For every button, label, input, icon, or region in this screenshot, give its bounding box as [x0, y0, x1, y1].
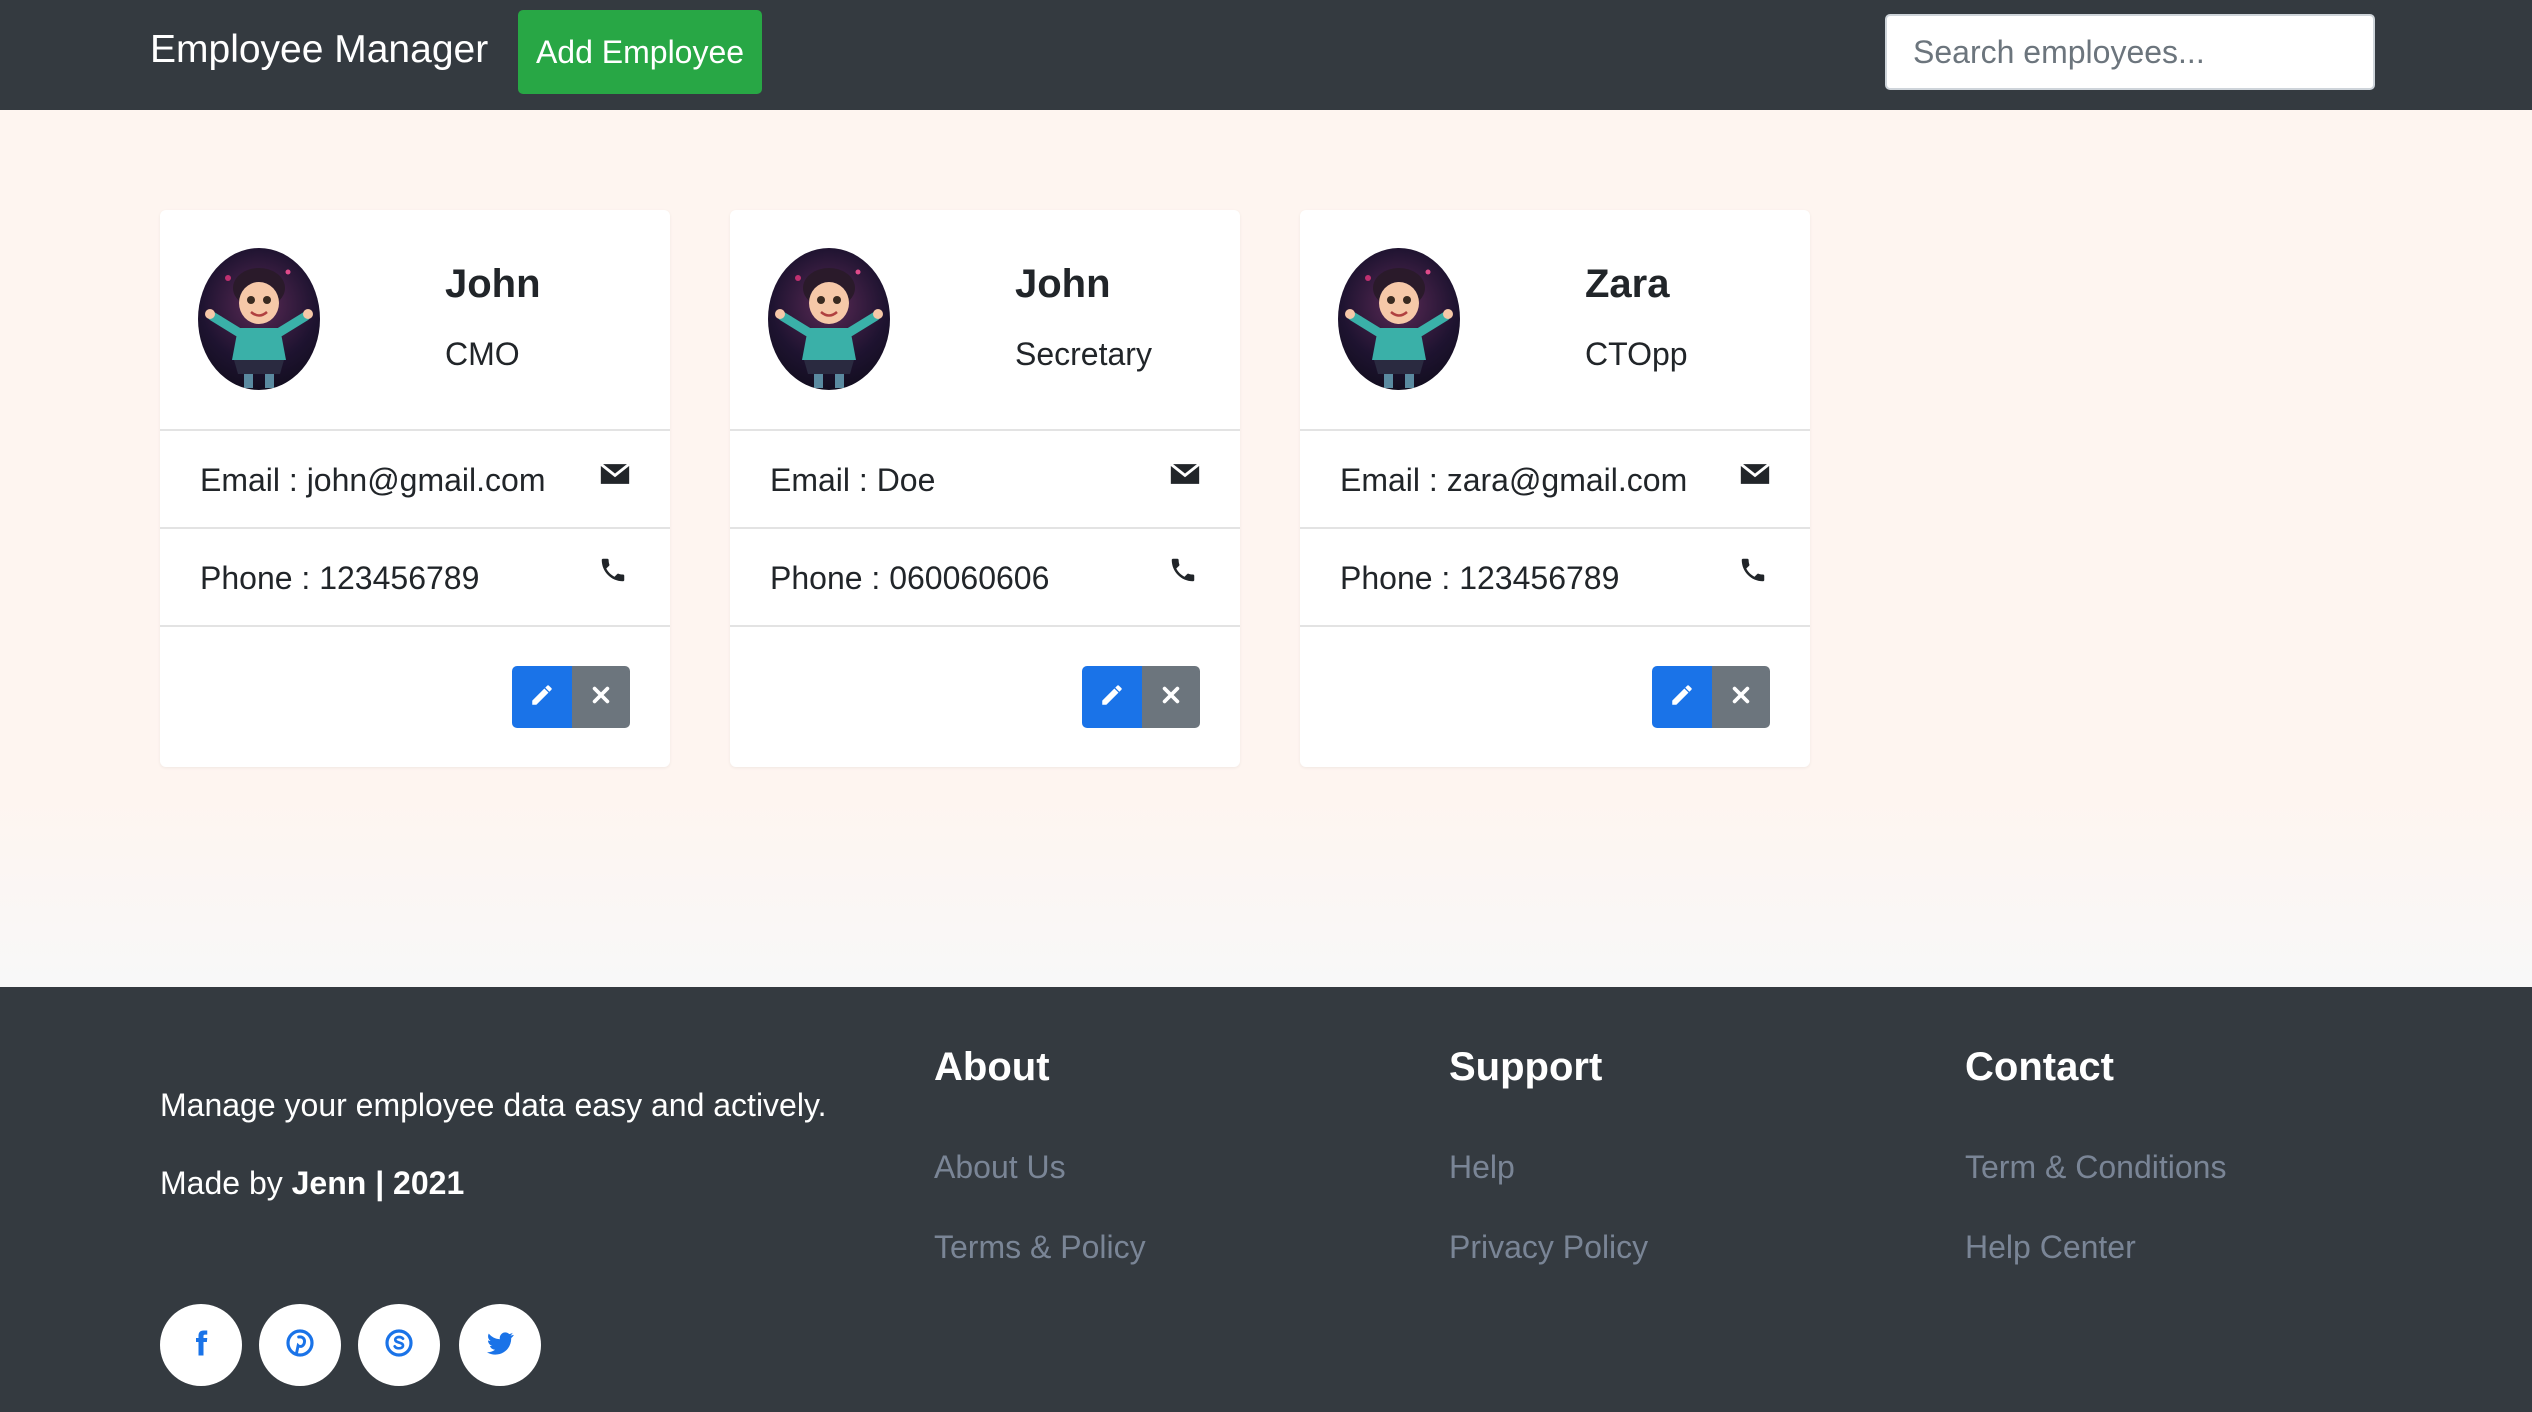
- footer-link-help[interactable]: Help: [1449, 1149, 1515, 1186]
- envelope-icon: [1168, 457, 1202, 491]
- avatar: [198, 248, 320, 390]
- email-label: Email : zara@gmail.com: [1340, 462, 1688, 498]
- footer-credit: Made by Jenn | 2021: [160, 1165, 464, 1202]
- facebook-button[interactable]: [160, 1304, 242, 1386]
- card-actions: [1082, 666, 1200, 728]
- footer: Manage your employee data easy and activ…: [0, 987, 2532, 1412]
- close-icon: [1730, 684, 1752, 711]
- facebook-icon: [186, 1328, 216, 1363]
- footer-link-term-conditions[interactable]: Term & Conditions: [1965, 1149, 2226, 1186]
- footer-col-contact-title: Contact: [1965, 1045, 2114, 1089]
- phone-icon: [1168, 555, 1202, 589]
- employee-card: John Secretary Email : Doe Phone : 06006…: [730, 210, 1240, 767]
- brand-title[interactable]: Employee Manager: [150, 28, 488, 72]
- employee-list: John CMO Email : john@gmail.com Phone : …: [0, 110, 2532, 987]
- footer-link-privacy-policy[interactable]: Privacy Policy: [1449, 1229, 1648, 1266]
- email-row: Email : Doe: [730, 431, 1240, 529]
- employee-card: John CMO Email : john@gmail.com Phone : …: [160, 210, 670, 767]
- add-employee-button[interactable]: Add Employee: [518, 10, 762, 94]
- edit-button[interactable]: [1652, 666, 1712, 728]
- pencil-icon: [1099, 682, 1125, 713]
- email-label: Email : Doe: [770, 462, 936, 498]
- employee-title: CMO: [445, 336, 520, 372]
- phone-icon: [1738, 555, 1772, 589]
- credit-prefix: Made by: [160, 1165, 292, 1201]
- pinterest-button[interactable]: [259, 1304, 341, 1386]
- phone-row: Phone : 123456789: [1300, 529, 1810, 627]
- delete-button[interactable]: [572, 666, 630, 728]
- credit-author: Jenn | 2021: [291, 1165, 465, 1201]
- footer-link-help-center[interactable]: Help Center: [1965, 1229, 2136, 1266]
- employee-name: John: [1015, 262, 1111, 306]
- twitter-icon: [484, 1327, 516, 1364]
- envelope-icon: [1738, 457, 1772, 491]
- email-row: Email : zara@gmail.com: [1300, 431, 1810, 529]
- edit-button[interactable]: [512, 666, 572, 728]
- twitter-button[interactable]: [459, 1304, 541, 1386]
- avatar: [1338, 248, 1460, 390]
- phone-label: Phone : 123456789: [200, 560, 480, 596]
- delete-button[interactable]: [1712, 666, 1770, 728]
- phone-icon: [598, 555, 632, 589]
- phone-label: Phone : 060060606: [770, 560, 1050, 596]
- footer-col-support-title: Support: [1449, 1045, 1603, 1089]
- employee-name: Zara: [1585, 262, 1670, 306]
- email-label: Email : john@gmail.com: [200, 462, 546, 498]
- employee-card: Zara CTOpp Email : zara@gmail.com Phone …: [1300, 210, 1810, 767]
- delete-button[interactable]: [1142, 666, 1200, 728]
- footer-col-about-title: About: [934, 1045, 1050, 1089]
- employee-name: John: [445, 262, 541, 306]
- envelope-icon: [598, 457, 632, 491]
- pencil-icon: [529, 682, 555, 713]
- footer-tagline: Manage your employee data easy and activ…: [160, 1087, 827, 1123]
- card-header: John CMO: [160, 210, 670, 431]
- card-actions: [512, 666, 630, 728]
- pinterest-icon: [284, 1327, 316, 1364]
- email-row: Email : john@gmail.com: [160, 431, 670, 529]
- card-header: Zara CTOpp: [1300, 210, 1810, 431]
- footer-link-about-us[interactable]: About Us: [934, 1149, 1066, 1186]
- navbar: Employee Manager Add Employee: [0, 0, 2532, 110]
- card-actions: [1652, 666, 1770, 728]
- phone-row: Phone : 123456789: [160, 529, 670, 627]
- employee-title: CTOpp: [1585, 336, 1688, 372]
- skype-button[interactable]: [358, 1304, 440, 1386]
- close-icon: [1160, 684, 1182, 711]
- search-input[interactable]: [1885, 14, 2375, 90]
- skype-icon: [383, 1327, 415, 1364]
- pencil-icon: [1669, 682, 1695, 713]
- avatar: [768, 248, 890, 390]
- phone-row: Phone : 060060606: [730, 529, 1240, 627]
- footer-link-terms-policy[interactable]: Terms & Policy: [934, 1229, 1146, 1266]
- edit-button[interactable]: [1082, 666, 1142, 728]
- employee-title: Secretary: [1015, 336, 1152, 372]
- close-icon: [590, 684, 612, 711]
- card-header: John Secretary: [730, 210, 1240, 431]
- phone-label: Phone : 123456789: [1340, 560, 1620, 596]
